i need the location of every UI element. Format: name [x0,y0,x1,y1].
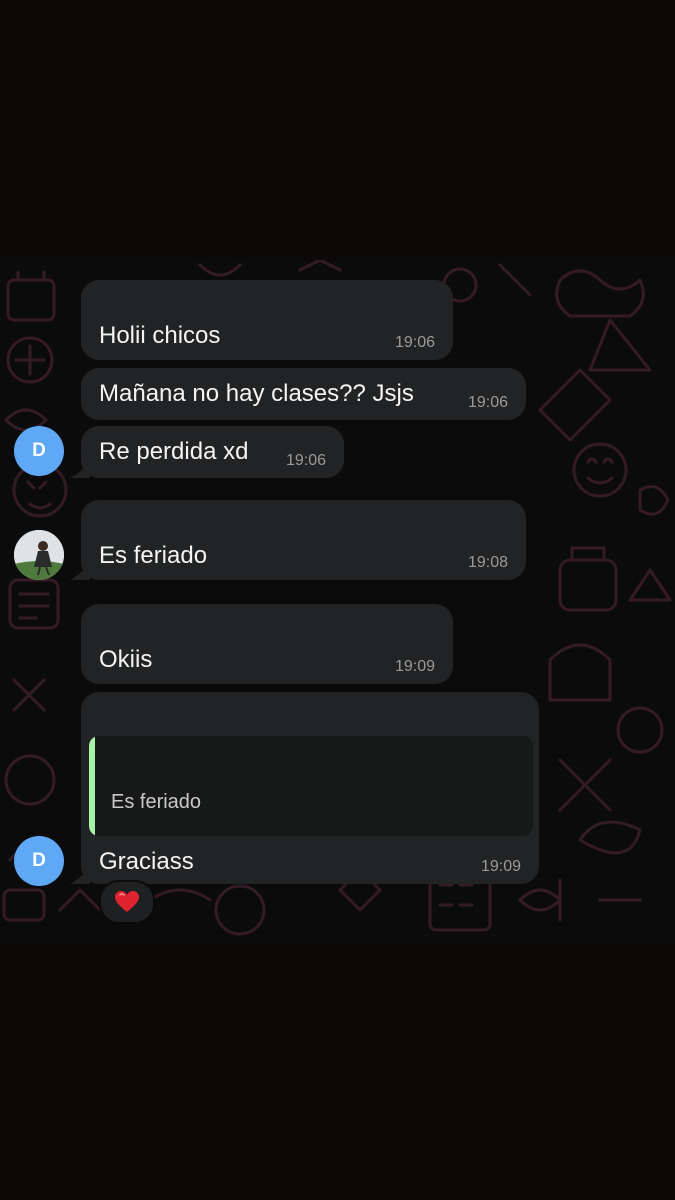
quoted-text: Es feriado [111,791,202,813]
message-bubble[interactable]: Es feriado 19:08 [81,500,526,580]
avatar-initial: D [32,850,46,871]
chat-area: Holii chicos 19:06 Mañana no hay clases?… [0,260,675,940]
reaction-badge[interactable] [99,880,155,924]
message-time: 19:09 [394,658,435,675]
message-bubble[interactable]: Mañana no hay clases?? Jsjs 19:06 [81,368,526,420]
avatar-photo-image [14,530,64,580]
heart-icon [115,891,139,912]
quote-accent-bar [89,736,95,836]
avatar[interactable]: D [14,426,64,476]
message-bubble[interactable]: Okiis 19:09 [81,604,453,684]
avatar-initial: D [32,440,46,461]
quoted-message[interactable]: Es feriado [89,736,533,836]
message-time: 19:06 [285,452,326,469]
message-text: Mañana no hay clases?? Jsjs [99,380,414,407]
message-text: Okiis [99,646,153,673]
avatar[interactable]: D [14,836,64,886]
message-text: Es feriado [99,542,208,569]
bubble-tail [70,866,90,884]
message-time: 19:08 [467,554,508,571]
bubble-tail [70,460,90,478]
message-time: 19:09 [480,858,521,875]
message-bubble[interactable]: Es feriado Graciass 19:09 [81,692,539,884]
message-text: Re perdida xd [99,438,249,465]
bubble-tail [70,562,90,580]
message-bubble[interactable]: Re perdida xd 19:06 [81,426,344,478]
avatar[interactable] [14,530,64,580]
message-time: 19:06 [394,334,435,351]
message-text: Graciass [99,848,194,875]
message-text: Holii chicos [99,322,221,349]
message-time: 19:06 [467,394,508,411]
message-bubble[interactable]: Holii chicos 19:06 [81,280,453,360]
